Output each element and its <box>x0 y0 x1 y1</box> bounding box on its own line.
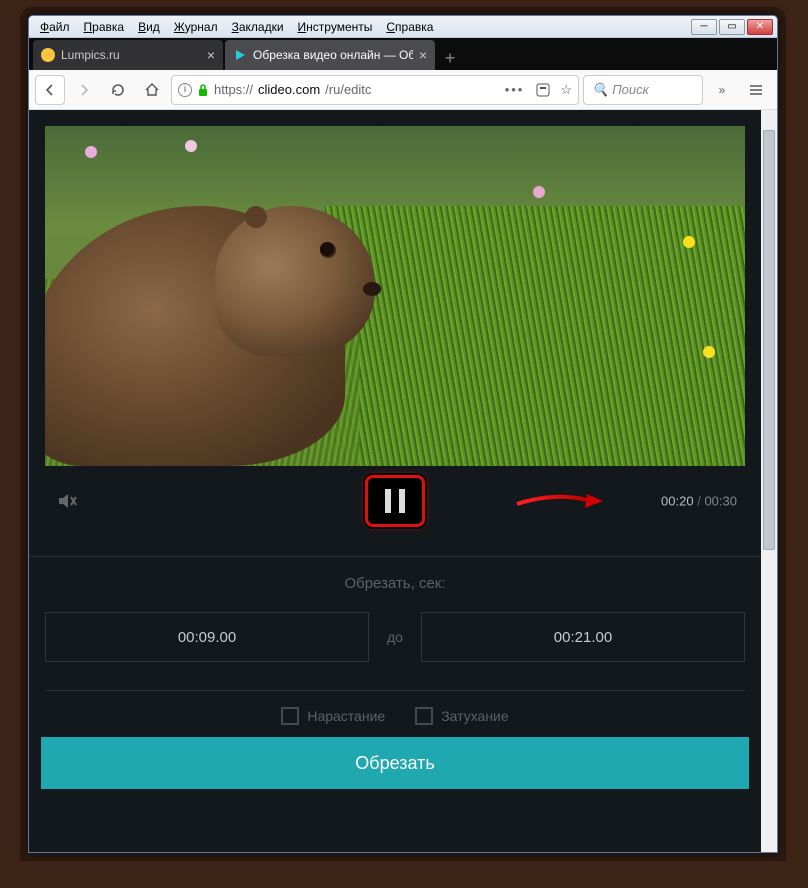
url-path: /ru/editc <box>325 82 371 97</box>
url-bar[interactable]: i https:// clideo.com/ru/editc ••• ☆ <box>171 75 579 105</box>
fade-out-label: Затухание <box>441 708 508 724</box>
menu-history[interactable]: Журнал <box>167 18 225 36</box>
scroll-thumb[interactable] <box>763 130 775 550</box>
checkbox-icon <box>281 707 299 725</box>
trim-to-label: до <box>381 629 409 645</box>
page-actions-icon[interactable]: ••• <box>505 82 525 97</box>
trim-start-input[interactable]: 00:09.00 <box>45 612 369 662</box>
cut-button[interactable]: Обрезать <box>41 737 749 789</box>
favicon-icon <box>233 48 247 62</box>
tab-close-icon[interactable]: × <box>419 47 427 63</box>
tab-label: Lumpics.ru <box>61 48 201 62</box>
tab-label: Обрезка видео онлайн — Обр <box>253 48 413 62</box>
trim-row: 00:09.00 до 00:21.00 <box>45 612 745 662</box>
vertical-scrollbar[interactable] <box>761 110 777 852</box>
close-button[interactable]: ✕ <box>747 19 773 35</box>
url-domain: clideo.com <box>258 82 320 97</box>
tab-strip: Lumpics.ru × Обрезка видео онлайн — Обр … <box>29 38 777 70</box>
trim-start-value: 00:09.00 <box>178 629 236 646</box>
current-time: 00:20 <box>661 494 694 509</box>
maximize-button[interactable]: ▭ <box>719 19 745 35</box>
bookmark-star-icon[interactable]: ☆ <box>560 82 572 98</box>
menu-tools[interactable]: Инструменты <box>291 18 380 36</box>
tab-clideo[interactable]: Обрезка видео онлайн — Обр × <box>225 40 435 70</box>
search-icon: 🔍 <box>592 82 608 98</box>
menu-bar: Файл Правка Вид Журнал Закладки Инструме… <box>29 16 777 38</box>
video-preview-area: 00:20 / 00:30 <box>45 126 745 536</box>
menu-file[interactable]: Файл <box>33 18 77 36</box>
fade-in-label: Нарастание <box>307 708 385 724</box>
trim-end-input[interactable]: 00:21.00 <box>421 612 745 662</box>
search-box[interactable]: 🔍 Поиск <box>583 75 703 105</box>
nav-bar: i https:// clideo.com/ru/editc ••• ☆ 🔍 По… <box>29 70 777 110</box>
window-controls: ─ ▭ ✕ <box>691 19 773 35</box>
menu-view[interactable]: Вид <box>131 18 167 36</box>
tab-lumpics[interactable]: Lumpics.ru × <box>33 40 223 70</box>
fade-row: Нарастание Затухание <box>45 690 745 725</box>
menu-button[interactable] <box>741 75 771 105</box>
time-display: 00:20 / 00:30 <box>661 494 737 509</box>
cut-button-label: Обрезать <box>355 753 434 774</box>
player-controls: 00:20 / 00:30 <box>45 466 745 536</box>
tab-close-icon[interactable]: × <box>207 47 215 63</box>
new-tab-button[interactable]: + <box>437 46 463 70</box>
trim-section: Обрезать, сек: 00:09.00 до 00:21.00 Нара… <box>29 556 761 725</box>
back-button[interactable] <box>35 75 65 105</box>
page-content: 00:20 / 00:30 Обрезать, сек: 00:09.00 до… <box>29 110 777 852</box>
pause-icon <box>385 489 405 513</box>
reload-button[interactable] <box>103 75 133 105</box>
checkbox-icon <box>415 707 433 725</box>
pause-button[interactable] <box>365 475 425 527</box>
mute-icon[interactable] <box>55 489 79 513</box>
minimize-button[interactable]: ─ <box>691 19 717 35</box>
trim-end-value: 00:21.00 <box>554 629 612 646</box>
fade-in-checkbox[interactable]: Нарастание <box>281 707 385 725</box>
menu-help[interactable]: Справка <box>379 18 440 36</box>
fade-out-checkbox[interactable]: Затухание <box>415 707 508 725</box>
trim-section-label: Обрезать, сек: <box>45 575 745 592</box>
menu-edit[interactable]: Правка <box>77 18 132 36</box>
browser-window: Файл Правка Вид Журнал Закладки Инструме… <box>28 15 778 853</box>
forward-button[interactable] <box>69 75 99 105</box>
total-time: 00:30 <box>704 494 737 509</box>
search-placeholder: Поиск <box>612 82 649 97</box>
menu-bookmarks[interactable]: Закладки <box>225 18 291 36</box>
reader-icon[interactable] <box>535 82 551 98</box>
overflow-button[interactable]: » <box>707 75 737 105</box>
lock-icon <box>197 83 209 97</box>
favicon-icon <box>41 48 55 62</box>
url-scheme: https:// <box>214 82 253 97</box>
home-button[interactable] <box>137 75 167 105</box>
info-icon[interactable]: i <box>178 83 192 97</box>
video-frame[interactable] <box>45 126 745 466</box>
annotation-arrow <box>515 488 605 512</box>
